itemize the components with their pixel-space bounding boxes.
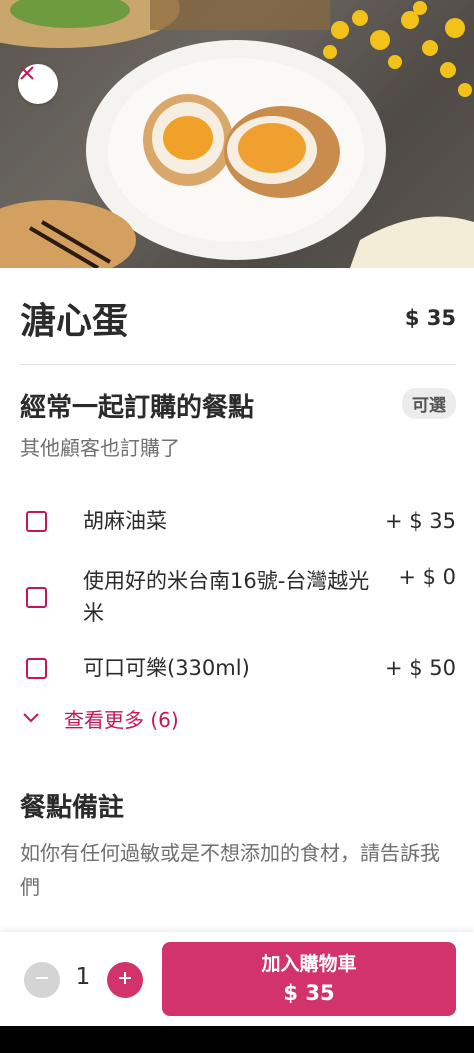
add-to-cart-button[interactable]: 加入購物車 $ 35 [162, 942, 456, 1016]
option-item[interactable]: 可口可樂(330ml) + $ 50 [26, 652, 456, 684]
optional-badge: 可選 [402, 388, 456, 419]
hero-image [0, 0, 474, 268]
close-button[interactable] [18, 64, 58, 104]
section-title: 經常一起訂購的餐點 [20, 393, 255, 423]
option-price: + $ 0 [398, 565, 456, 589]
add-to-cart-price: $ 35 [283, 981, 335, 1005]
quantity-value: 1 [75, 964, 91, 990]
option-price: + $ 35 [384, 509, 456, 533]
option-checkbox[interactable] [26, 657, 47, 679]
section-subtitle: 其他顧客也訂購了 [20, 436, 180, 460]
item-price: $ 35 [404, 306, 456, 330]
notes-title: 餐點備註 [20, 793, 125, 823]
option-item[interactable]: 胡麻油菜 + $ 35 [26, 505, 456, 537]
add-to-cart-label: 加入購物車 [261, 953, 357, 975]
minus-icon [34, 970, 50, 990]
see-more-label: 查看更多 (6) [64, 708, 179, 732]
chevron-down-icon [22, 709, 40, 728]
see-more-link[interactable]: 查看更多 (6) [22, 704, 179, 733]
option-label: 胡麻油菜 [83, 509, 167, 533]
option-label: 使用好的米台南16號-台灣越光米 [83, 569, 370, 625]
plus-icon [117, 970, 133, 990]
option-item[interactable]: 使用好的米台南16號-台灣越光米 + $ 0 [26, 565, 456, 629]
option-checkbox[interactable] [26, 586, 47, 608]
divider [20, 364, 456, 365]
food-photo [0, 0, 474, 268]
increase-quantity-button[interactable] [107, 962, 143, 998]
option-price: + $ 50 [384, 656, 456, 680]
item-header: 溏心蛋 $ 35 [20, 292, 456, 344]
system-navigation-bar [0, 1026, 474, 1053]
decrease-quantity-button[interactable] [24, 962, 60, 998]
option-checkbox[interactable] [26, 510, 47, 532]
notes-hint[interactable]: 如你有任何過敏或是不想添加的食材，請告訴我們 [20, 836, 456, 904]
item-title: 溏心蛋 [20, 301, 129, 342]
option-label: 可口可樂(330ml) [83, 656, 250, 680]
frequently-bought-header: 經常一起訂購的餐點 可選 [20, 386, 456, 430]
